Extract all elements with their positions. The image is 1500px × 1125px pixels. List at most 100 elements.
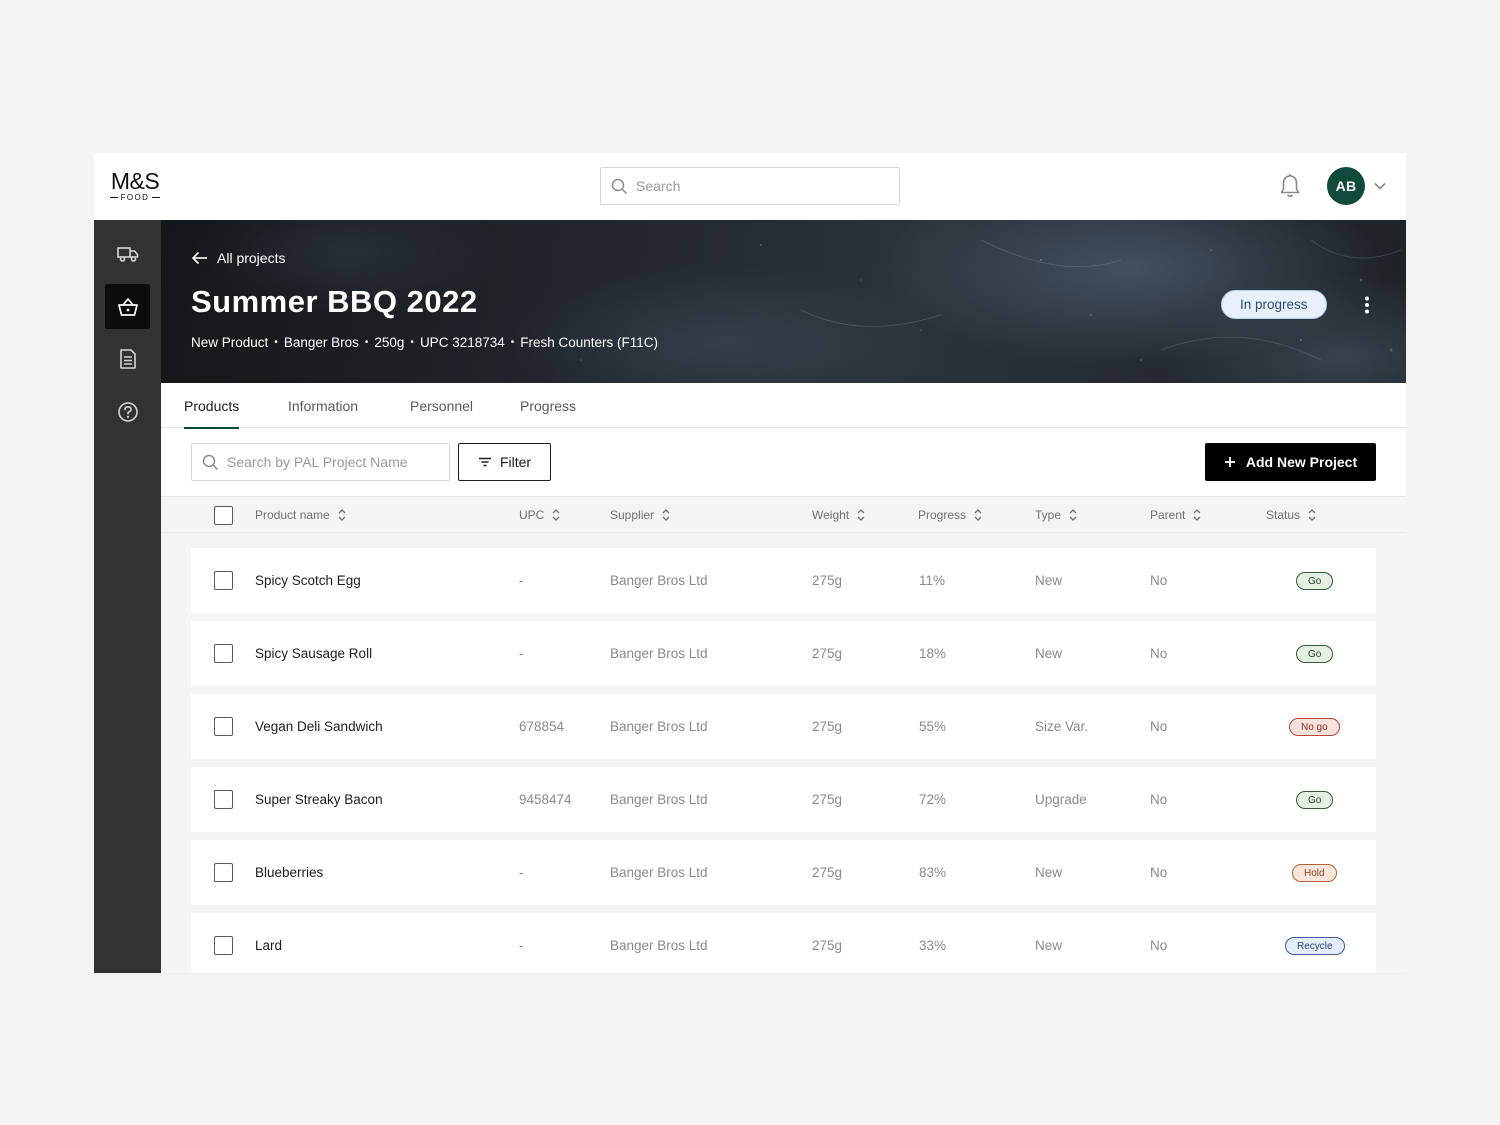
column-header-type[interactable]: Type bbox=[1035, 497, 1077, 533]
search-icon bbox=[202, 454, 219, 470]
logo-sub: FOOD bbox=[108, 193, 162, 202]
document-icon bbox=[119, 348, 136, 369]
cell-type: New bbox=[1035, 865, 1063, 880]
sort-icon bbox=[338, 509, 346, 521]
cell-parent: No bbox=[1150, 573, 1168, 588]
tab-products[interactable]: Products bbox=[184, 383, 240, 429]
cell-upc: 9458474 bbox=[519, 792, 572, 807]
cell-progress: 33% bbox=[919, 938, 947, 953]
column-header-supplier[interactable]: Supplier bbox=[610, 497, 670, 533]
cell-upc: 678854 bbox=[519, 719, 565, 734]
cell-upc: - bbox=[519, 938, 524, 953]
global-search-input[interactable] bbox=[636, 178, 876, 194]
meta-weight: 250g bbox=[374, 335, 405, 350]
row-checkbox[interactable] bbox=[214, 717, 233, 736]
column-header-progress[interactable]: Progress bbox=[918, 497, 982, 533]
sort-icon bbox=[857, 509, 865, 521]
tab-personnel[interactable]: Personnel bbox=[410, 383, 473, 428]
cell-supplier: Banger Bros Ltd bbox=[610, 938, 708, 953]
more-vertical-icon bbox=[1365, 296, 1369, 314]
cell-parent: No bbox=[1150, 938, 1168, 953]
table-row[interactable]: Spicy Sausage Roll - Banger Bros Ltd 275… bbox=[191, 621, 1376, 686]
row-checkbox[interactable] bbox=[214, 644, 233, 663]
meta-supplier: Banger Bros bbox=[283, 335, 359, 350]
cell-product-name: Spicy Sausage Roll bbox=[255, 646, 373, 661]
cell-supplier: Banger Bros Ltd bbox=[610, 573, 708, 588]
table-row[interactable]: Spicy Scotch Egg - Banger Bros Ltd 275g … bbox=[191, 548, 1376, 613]
top-bar: M&S FOOD AB bbox=[94, 153, 1406, 220]
column-header-upc[interactable]: UPC bbox=[519, 497, 560, 533]
tab-progress[interactable]: Progress bbox=[520, 383, 576, 428]
table-row[interactable]: Lard - Banger Bros Ltd 275g 33% New No R… bbox=[191, 913, 1376, 973]
project-status-badge: In progress bbox=[1221, 290, 1327, 319]
cell-progress: 11% bbox=[919, 573, 946, 588]
search-icon bbox=[611, 178, 628, 194]
project-meta: New Product • Banger Bros • 250g • UPC 3… bbox=[191, 335, 658, 350]
chevron-down-icon bbox=[1374, 182, 1386, 190]
cell-upc: - bbox=[519, 646, 524, 661]
status-badge: Hold bbox=[1292, 864, 1337, 882]
add-new-project-label: Add New Project bbox=[1245, 454, 1358, 470]
row-checkbox[interactable] bbox=[214, 571, 233, 590]
cell-product-name: Vegan Deli Sandwich bbox=[255, 719, 383, 734]
product-search[interactable] bbox=[191, 443, 450, 481]
user-menu-toggle[interactable] bbox=[1373, 179, 1387, 193]
global-search[interactable] bbox=[600, 167, 900, 205]
cell-parent: No bbox=[1150, 719, 1168, 734]
cell-type: New bbox=[1035, 646, 1063, 661]
brand-logo[interactable]: M&S FOOD bbox=[108, 169, 162, 203]
sidebar-item-products[interactable] bbox=[105, 284, 150, 329]
table-row[interactable]: Blueberries - Banger Bros Ltd 275g 83% N… bbox=[191, 840, 1376, 905]
project-more-menu[interactable] bbox=[1357, 294, 1377, 316]
column-header-product-name[interactable]: Product name bbox=[255, 497, 346, 533]
column-header-weight[interactable]: Weight bbox=[812, 497, 865, 533]
sort-icon bbox=[974, 509, 982, 521]
cell-type: Size Var. bbox=[1035, 719, 1089, 734]
row-checkbox[interactable] bbox=[214, 863, 233, 882]
sort-icon bbox=[1308, 509, 1316, 521]
sort-icon bbox=[1193, 509, 1201, 521]
sidebar-item-help[interactable] bbox=[105, 389, 150, 434]
cell-upc: - bbox=[519, 573, 524, 588]
notifications-button[interactable] bbox=[1278, 173, 1302, 199]
filter-icon bbox=[478, 457, 491, 467]
cell-supplier: Banger Bros Ltd bbox=[610, 646, 708, 661]
filter-button[interactable]: Filter bbox=[458, 443, 551, 481]
row-checkbox[interactable] bbox=[214, 936, 233, 955]
cell-weight: 275g bbox=[812, 646, 843, 661]
table-row[interactable]: Vegan Deli Sandwich 678854 Banger Bros L… bbox=[191, 694, 1376, 759]
tab-information[interactable]: Information bbox=[288, 383, 358, 428]
cell-parent: No bbox=[1150, 646, 1168, 661]
cell-type: Upgrade bbox=[1035, 792, 1087, 807]
meta-separator: • bbox=[510, 337, 515, 348]
sidebar-item-documents[interactable] bbox=[105, 336, 150, 381]
avatar-initials: AB bbox=[1335, 178, 1357, 194]
cell-weight: 275g bbox=[812, 573, 843, 588]
plus-icon bbox=[1224, 457, 1235, 467]
user-avatar[interactable]: AB bbox=[1327, 167, 1365, 205]
truck-icon bbox=[116, 246, 138, 262]
table-header: Product name UPC Supplier Weight Progres… bbox=[161, 496, 1406, 533]
meta-separator: • bbox=[364, 337, 369, 348]
back-link-label: All projects bbox=[217, 250, 286, 266]
column-header-parent[interactable]: Parent bbox=[1150, 497, 1201, 533]
column-header-status[interactable]: Status bbox=[1266, 497, 1316, 533]
cell-parent: No bbox=[1150, 792, 1168, 807]
product-search-input[interactable] bbox=[227, 454, 437, 470]
status-badge: Go bbox=[1296, 791, 1334, 809]
select-all-checkbox[interactable] bbox=[214, 506, 233, 525]
table-row[interactable]: Super Streaky Bacon 9458474 Banger Bros … bbox=[191, 767, 1376, 832]
row-checkbox[interactable] bbox=[214, 790, 233, 809]
sidebar-item-deliveries[interactable] bbox=[105, 231, 150, 276]
status-badge: No go bbox=[1289, 718, 1340, 736]
project-tabs: Products Information Personnel Progress bbox=[161, 383, 1406, 429]
sort-icon bbox=[552, 509, 560, 521]
project-status-label: In progress bbox=[1240, 297, 1308, 312]
meta-separator: • bbox=[410, 337, 414, 348]
project-title: Summer BBQ 2022 bbox=[191, 284, 478, 319]
cell-progress: 18% bbox=[919, 646, 947, 661]
add-new-project-button[interactable]: Add New Project bbox=[1205, 443, 1376, 481]
back-to-projects-link[interactable]: All projects bbox=[191, 250, 285, 266]
meta-separator: • bbox=[274, 337, 278, 348]
sort-icon bbox=[662, 509, 670, 521]
